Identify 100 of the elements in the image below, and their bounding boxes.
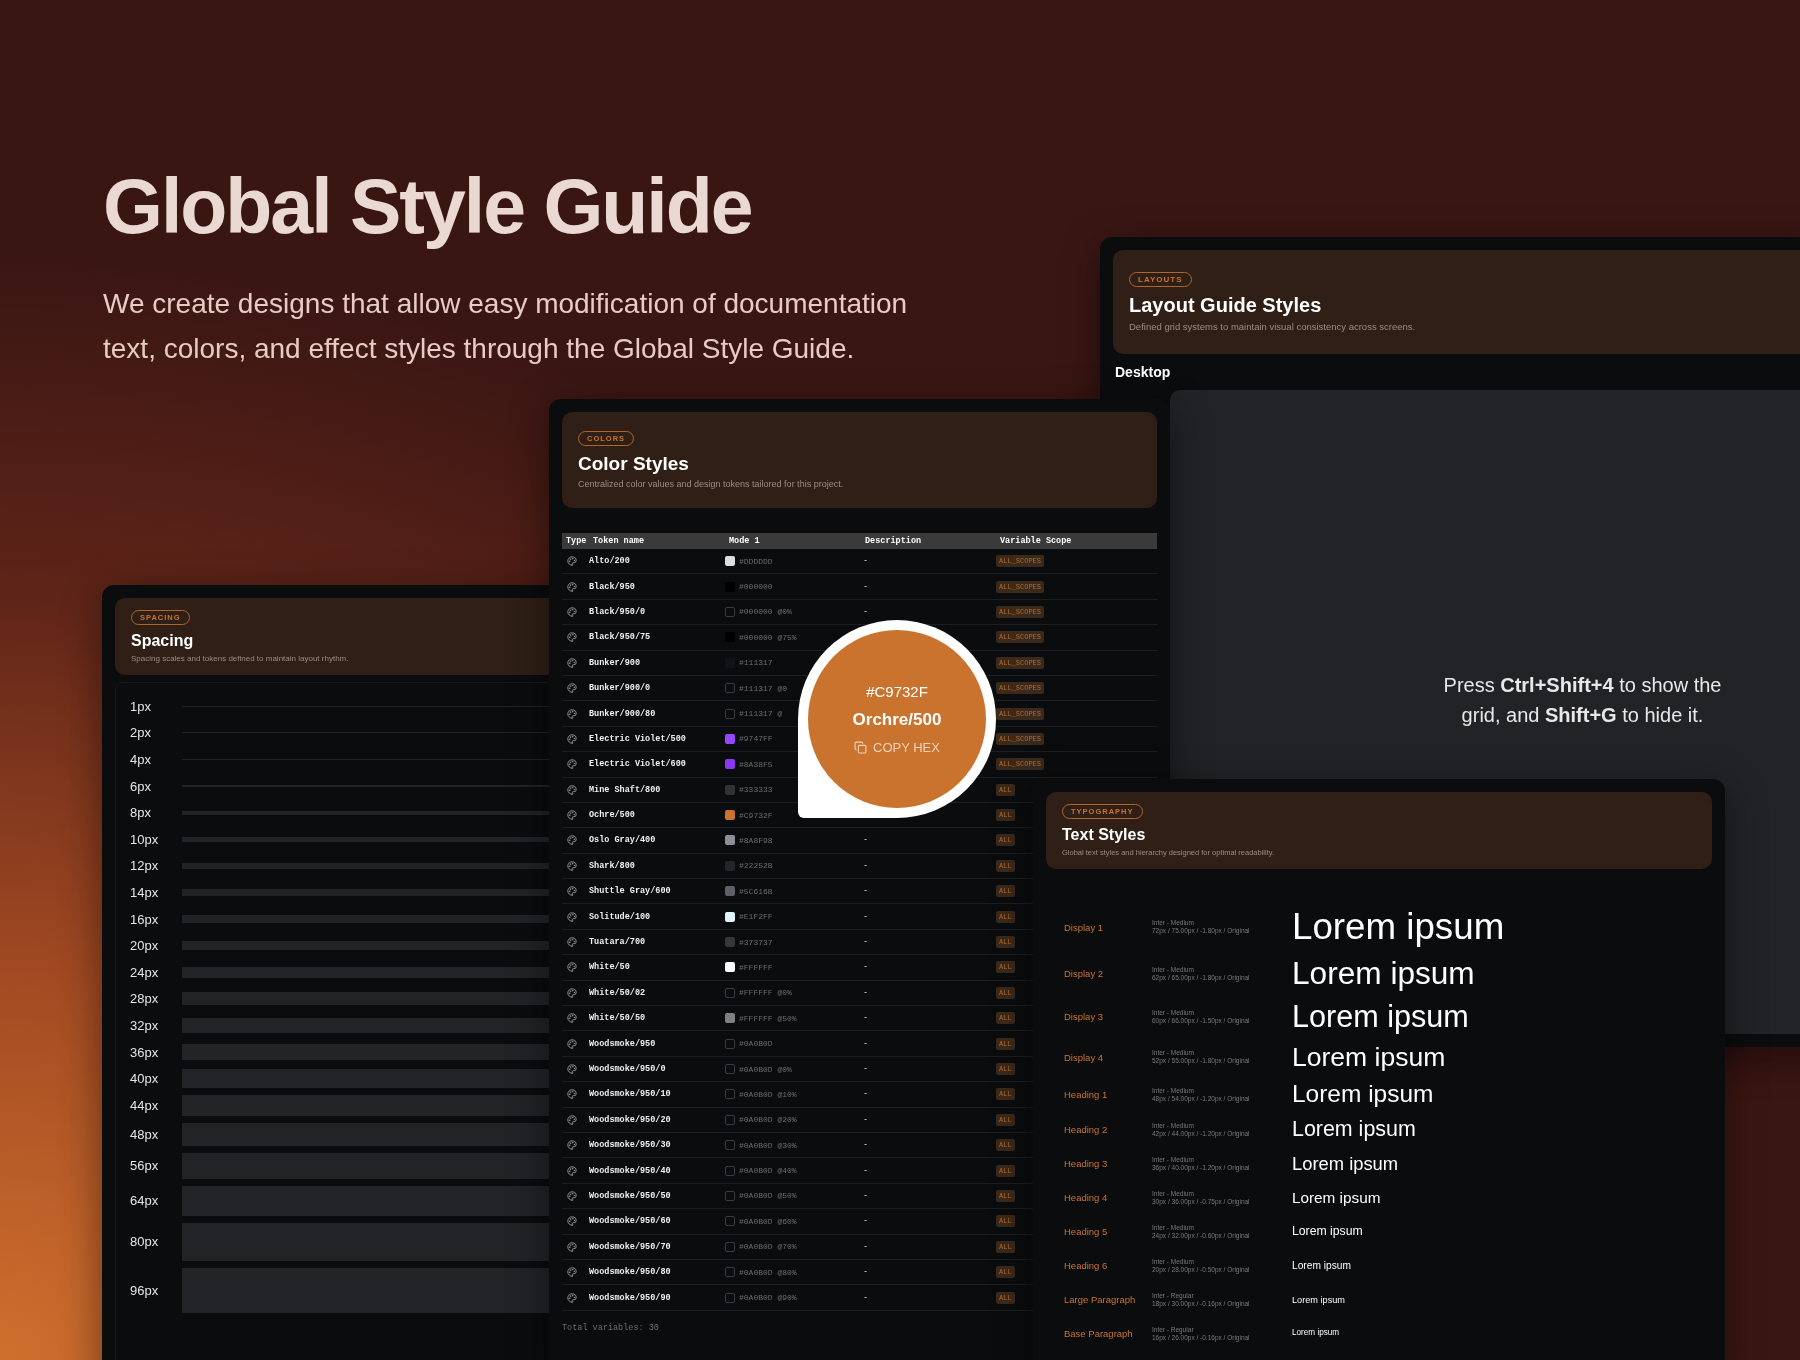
sample-text: Lorem ipsum	[1292, 1294, 1346, 1305]
color-swatch	[725, 1089, 735, 1100]
palette-icon	[567, 1089, 577, 1100]
hex-value: #111317	[739, 658, 773, 668]
section-description: Spacing scales and tokens defined to maintain layout rhythm.	[131, 654, 349, 663]
spacing-label: 16px	[130, 911, 160, 927]
hex-value: #0A0B0D @90%	[739, 1293, 797, 1302]
column-header: Type	[565, 536, 588, 546]
section-title: Color Styles	[578, 453, 689, 475]
sample-text: Lorem ipsum	[1292, 1189, 1382, 1207]
hex-value: #22252B	[739, 861, 773, 871]
palette-icon	[567, 911, 577, 922]
spacing-label: 36px	[130, 1044, 160, 1060]
token-name: Tuatara/700	[589, 937, 647, 948]
description-text: -	[862, 962, 870, 973]
palette-icon	[567, 606, 577, 617]
style-name: Display 1	[1064, 921, 1105, 933]
description-text: -	[862, 1165, 870, 1176]
table-footer: Total variables: 30	[562, 1322, 659, 1333]
token-name: Black/950	[589, 581, 636, 592]
style-name: Large Paragraph	[1064, 1294, 1137, 1306]
palette-icon	[567, 1114, 577, 1125]
token-name: Woodsmoke/950/10	[589, 1089, 672, 1100]
hex-value: #0A0B0D @50%	[739, 1191, 797, 1201]
description-text: -	[862, 1216, 870, 1227]
palette-icon	[567, 937, 577, 948]
token-name: Woodsmoke/950/0	[589, 1064, 667, 1074]
style-name: Display 2	[1064, 968, 1105, 979]
description-text: -	[862, 886, 870, 897]
hex-value: #0A0B0D @80%	[739, 1267, 797, 1277]
hex-value: #000000 @0%	[739, 607, 792, 617]
sample-text: Lorem ipsum	[1292, 907, 1506, 948]
token-name: Mine Shaft/800	[589, 784, 662, 795]
spacing-label: 20px	[130, 938, 160, 954]
spacing-label: 96px	[130, 1282, 160, 1298]
sample-text: Lorem ipsum	[1292, 1260, 1352, 1272]
section-title: Text Styles	[1062, 826, 1146, 844]
palette-icon	[567, 632, 577, 643]
spacing-label: 32px	[130, 1017, 160, 1033]
palette-icon	[567, 1241, 577, 1252]
copy-hex-button[interactable]: COPY HEX	[854, 740, 940, 755]
description-text: -	[862, 1064, 870, 1074]
hex-value: #0A0B0D @30%	[739, 1140, 797, 1150]
description-text: -	[862, 1267, 870, 1278]
spacing-label: 8px	[130, 805, 152, 821]
hex-value: #000000 @75%	[739, 632, 797, 642]
description-text: -	[862, 1190, 870, 1201]
column-header: Variable Scope	[999, 536, 1073, 546]
color-swatch	[725, 1241, 735, 1252]
spacing-label: 1px	[130, 698, 152, 714]
palette-icon	[567, 962, 577, 973]
palette-icon	[567, 708, 577, 719]
hex-value: #0A0B0D @60%	[739, 1216, 797, 1226]
description-text: -	[862, 556, 870, 567]
sample-text: Lorem ipsum	[1292, 1225, 1364, 1239]
description-text: -	[862, 911, 870, 922]
description-text: -	[862, 987, 870, 998]
description-text: -	[862, 606, 870, 617]
spacing-label: 4px	[130, 752, 152, 767]
hex-value: #8A38F5	[739, 759, 773, 769]
color-swatch	[725, 1292, 735, 1303]
palette-icon	[567, 1165, 577, 1176]
token-name: Woodsmoke/950/60	[589, 1216, 672, 1227]
description-text: -	[862, 1089, 870, 1100]
token-name: Black/950/75	[589, 632, 652, 643]
palette-icon	[567, 987, 577, 998]
color-swatch	[725, 1165, 735, 1176]
spacing-label: 48px	[130, 1126, 160, 1142]
palette-icon	[567, 810, 577, 821]
token-name: Electric Violet/500	[589, 733, 687, 744]
token-name: Alto/200	[589, 556, 631, 567]
grid-hint: Press Ctrl+Shift+4 to show the grid, and Shift+G to hide it.	[1442, 673, 1723, 728]
token-name: White/50/50	[589, 1013, 647, 1024]
hex-value: #FFFFFF @50%	[739, 1013, 797, 1023]
page-subtitle: We create designs that allow easy modification of documentation text, colors, and effect styles through the Global Style Guide.	[103, 287, 909, 366]
sample-text: Lorem ipsum	[1292, 1153, 1400, 1174]
spacing-label: 14px	[130, 884, 160, 900]
hex-value: #0A0B0D	[739, 1039, 773, 1049]
description-text: -	[862, 835, 870, 846]
hex-value: #0A0B0D @20%	[739, 1115, 797, 1125]
palette-icon	[567, 1140, 577, 1151]
color-swatch	[725, 1267, 735, 1278]
token-name: Bunker/900	[589, 657, 641, 668]
column-header: Token name	[592, 536, 645, 546]
token-name: White/50/02	[589, 987, 647, 998]
spacing-label: 40px	[130, 1071, 160, 1087]
sample-text: Lorem ipsum	[1292, 956, 1476, 991]
hex-value: #E1F2FF	[739, 912, 773, 922]
token-name: Electric Violet/600	[589, 759, 687, 770]
palette-icon	[567, 1064, 577, 1074]
palette-icon	[567, 581, 577, 592]
token-name: Bunker/900/80	[589, 708, 657, 719]
palette-icon	[567, 860, 577, 871]
spacing-label: 44px	[130, 1098, 160, 1114]
hex-value: #0A0B0D @70%	[739, 1242, 797, 1252]
hex-value: #0A0B0D @0%	[739, 1064, 792, 1074]
spacing-label: 80px	[130, 1234, 160, 1250]
description-text: -	[862, 1140, 870, 1151]
hex-value: #0A0B0D @10%	[739, 1089, 797, 1099]
color-swatch	[725, 1114, 735, 1125]
